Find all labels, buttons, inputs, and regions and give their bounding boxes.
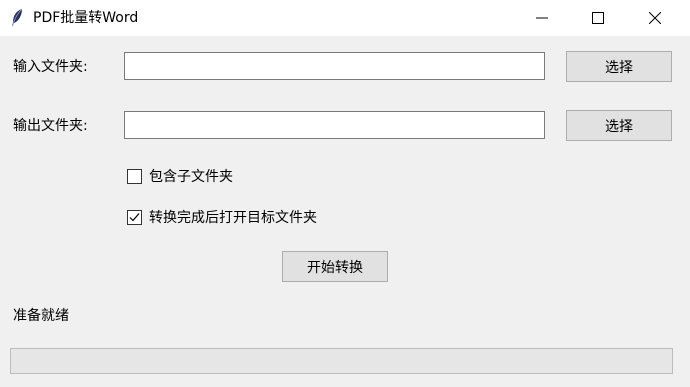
checkmark-icon <box>129 212 140 221</box>
input-folder-field[interactable] <box>124 52 545 80</box>
open-after-label: 转换完成后打开目标文件夹 <box>149 210 317 226</box>
maximize-button[interactable] <box>570 0 626 36</box>
choose-input-button[interactable]: 选择 <box>566 51 672 82</box>
include-subfolders-checkbox[interactable] <box>127 168 142 184</box>
minimize-icon <box>536 17 548 19</box>
app-window: PDF批量转Word 输入文件夹: 选择 输出文件夹: 选择 包含子文件夹 转换… <box>0 0 690 387</box>
window-title: PDF批量转Word <box>33 10 139 26</box>
include-subfolders-label: 包含子文件夹 <box>149 169 233 185</box>
choose-output-button[interactable]: 选择 <box>566 110 672 141</box>
output-folder-label: 输出文件夹: <box>13 118 88 134</box>
close-button[interactable] <box>627 0 683 36</box>
feather-icon <box>10 8 24 28</box>
close-icon <box>649 12 661 24</box>
start-conversion-button[interactable]: 开始转换 <box>282 251 388 282</box>
minimize-button[interactable] <box>514 0 570 36</box>
maximize-icon <box>592 12 604 24</box>
open-after-option[interactable]: 转换完成后打开目标文件夹 <box>127 207 317 227</box>
include-subfolders-option[interactable]: 包含子文件夹 <box>127 166 233 186</box>
open-after-checkbox[interactable] <box>127 209 142 225</box>
status-text: 准备就绪 <box>13 308 69 324</box>
output-folder-field[interactable] <box>124 111 545 139</box>
title-bar: PDF批量转Word <box>0 0 690 36</box>
progress-bar <box>10 348 673 374</box>
input-folder-label: 输入文件夹: <box>13 59 88 75</box>
